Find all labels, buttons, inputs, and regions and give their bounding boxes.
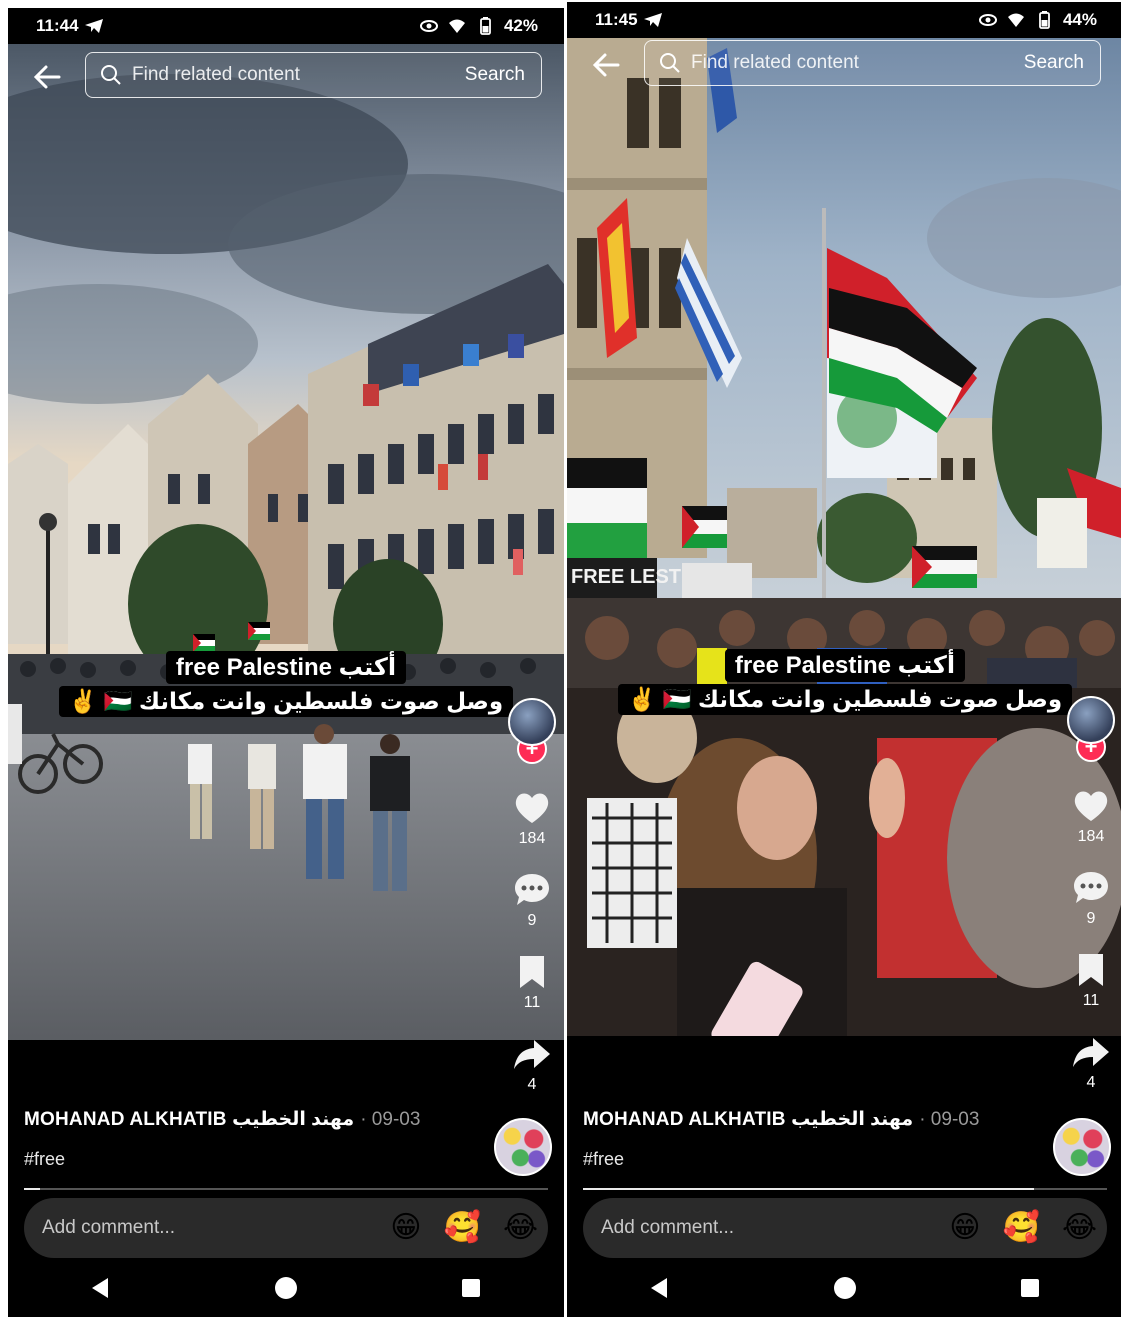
post-date: · 09-03 bbox=[919, 1108, 980, 1130]
eye-icon bbox=[978, 14, 997, 26]
video-frame[interactable] bbox=[8, 44, 564, 1040]
video-progress-bar[interactable] bbox=[24, 1188, 548, 1190]
nav-recents-icon[interactable] bbox=[1017, 1275, 1043, 1301]
creator-avatar[interactable] bbox=[508, 698, 556, 746]
heart-icon bbox=[1074, 791, 1108, 821]
like-button[interactable]: 184 bbox=[512, 788, 552, 848]
author-name[interactable]: MOHANAD ALKHATIB مهند الخطيب bbox=[24, 1108, 354, 1131]
author-name[interactable]: MOHANAD ALKHATIB مهند الخطيب bbox=[583, 1108, 913, 1131]
search-bar-row: Search bbox=[567, 38, 1121, 90]
comment-input[interactable] bbox=[599, 1216, 928, 1240]
save-button[interactable]: 11 bbox=[1071, 950, 1111, 1010]
sound-disc-avatar[interactable] bbox=[1053, 1118, 1111, 1176]
phone-screen-right: 11:45 44% FREE LESTINA Find related cont… bbox=[567, 2, 1121, 1317]
battery-percent: 42% bbox=[503, 16, 538, 35]
video-scene: FREE LESTINA bbox=[567, 38, 1121, 1036]
caption-line-1: أكتب free Palestine bbox=[724, 649, 966, 682]
search-box[interactable]: Search bbox=[644, 40, 1101, 86]
telegram-icon bbox=[643, 13, 662, 27]
video-info: MOHANAD ALKHATIB مهند الخطيب · 09-03 #fr… bbox=[583, 1108, 1107, 1170]
save-button[interactable]: 11 bbox=[512, 952, 552, 1012]
sound-disc-avatar[interactable] bbox=[494, 1118, 552, 1176]
caption-line-2: وصل صوت فلسطين وانت مكانك 🇵🇸 ✌️ bbox=[58, 686, 514, 717]
video-progress-bar[interactable] bbox=[583, 1188, 1107, 1190]
search-box[interactable]: Search bbox=[85, 52, 542, 98]
like-button[interactable]: 184 bbox=[1071, 786, 1111, 846]
video-caption: أكتب free Palestine وصل صوت فلسطين وانت … bbox=[567, 649, 1121, 715]
status-bar: 11:45 44% bbox=[567, 2, 1121, 38]
nav-home-icon[interactable] bbox=[832, 1275, 858, 1301]
share-button[interactable]: 4 bbox=[512, 1034, 552, 1094]
caption-line-1: أكتب free Palestine bbox=[165, 651, 407, 684]
comment-bar: 😁 🥰 😂 bbox=[583, 1198, 1107, 1258]
nav-back-icon[interactable] bbox=[647, 1275, 673, 1301]
save-count: 11 bbox=[1082, 992, 1100, 1009]
comment-bar: 😁 🥰 😂 bbox=[24, 1198, 548, 1258]
battery-icon bbox=[1039, 11, 1050, 29]
emoji-love-button[interactable]: 🥰 bbox=[444, 1213, 481, 1243]
like-count: 184 bbox=[1077, 828, 1105, 845]
creator-avatar[interactable] bbox=[1067, 696, 1115, 744]
emoji-laugh-button[interactable]: 😂 bbox=[1062, 1213, 1097, 1243]
emoji-grin-button[interactable]: 😁 bbox=[390, 1213, 421, 1243]
search-button[interactable]: Search bbox=[1024, 52, 1084, 74]
comment-count: 9 bbox=[1086, 910, 1096, 927]
back-arrow-icon[interactable] bbox=[32, 62, 62, 92]
heart-icon bbox=[515, 793, 549, 823]
comment-button[interactable]: 9 bbox=[512, 870, 552, 930]
status-time: 11:45 bbox=[595, 10, 638, 29]
emoji-love-button[interactable]: 🥰 bbox=[1003, 1213, 1040, 1243]
comment-icon bbox=[1074, 872, 1108, 903]
status-bar: 11:44 42% bbox=[8, 8, 564, 44]
search-input[interactable] bbox=[689, 51, 1024, 75]
hashtag[interactable]: #free bbox=[583, 1149, 1107, 1170]
telegram-icon bbox=[84, 19, 103, 33]
video-scene bbox=[8, 44, 564, 1040]
post-date: · 09-03 bbox=[360, 1108, 421, 1130]
battery-icon bbox=[480, 17, 491, 35]
share-icon bbox=[1073, 1038, 1109, 1067]
system-nav-bar bbox=[567, 1260, 1121, 1316]
eye-icon bbox=[419, 20, 438, 32]
nav-recents-icon[interactable] bbox=[458, 1275, 484, 1301]
action-rail: + 184 9 11 4 bbox=[508, 698, 556, 1094]
share-icon bbox=[514, 1040, 550, 1069]
hashtag[interactable]: #free bbox=[24, 1149, 548, 1170]
wifi-icon bbox=[1007, 13, 1024, 27]
like-count: 184 bbox=[518, 830, 546, 847]
share-button[interactable]: 4 bbox=[1071, 1032, 1111, 1092]
search-bar-row: Search bbox=[8, 50, 564, 102]
share-count: 4 bbox=[1086, 1074, 1096, 1091]
nav-back-icon[interactable] bbox=[88, 1275, 114, 1301]
nav-home-icon[interactable] bbox=[273, 1275, 299, 1301]
search-input[interactable] bbox=[130, 63, 465, 87]
search-icon bbox=[101, 65, 121, 85]
share-count: 4 bbox=[527, 1076, 537, 1093]
comment-button[interactable]: 9 bbox=[1071, 868, 1111, 928]
bookmark-icon bbox=[520, 956, 544, 988]
wifi-icon bbox=[448, 19, 465, 33]
battery-percent: 44% bbox=[1062, 10, 1097, 29]
status-time: 11:44 bbox=[36, 16, 79, 35]
save-count: 11 bbox=[523, 994, 541, 1011]
action-rail: + 184 9 11 4 bbox=[1067, 696, 1115, 1092]
comment-input[interactable] bbox=[40, 1216, 369, 1240]
system-nav-bar bbox=[8, 1260, 564, 1316]
emoji-laugh-button[interactable]: 😂 bbox=[503, 1213, 538, 1243]
video-frame[interactable]: FREE LESTINA bbox=[567, 38, 1121, 1036]
emoji-grin-button[interactable]: 😁 bbox=[949, 1213, 980, 1243]
video-info: MOHANAD ALKHATIB مهند الخطيب · 09-03 #fr… bbox=[24, 1108, 548, 1170]
comment-icon bbox=[515, 874, 549, 905]
caption-line-2: وصل صوت فلسطين وانت مكانك 🇵🇸 ✌️ bbox=[617, 684, 1073, 715]
comment-count: 9 bbox=[527, 912, 537, 929]
video-caption: أكتب free Palestine وصل صوت فلسطين وانت … bbox=[8, 651, 564, 717]
bookmark-icon bbox=[1079, 954, 1103, 986]
phone-screen-left: 11:44 42% Find related content Search أك… bbox=[8, 8, 564, 1317]
back-arrow-icon[interactable] bbox=[591, 50, 621, 80]
search-icon bbox=[660, 53, 680, 73]
search-button[interactable]: Search bbox=[465, 64, 525, 86]
